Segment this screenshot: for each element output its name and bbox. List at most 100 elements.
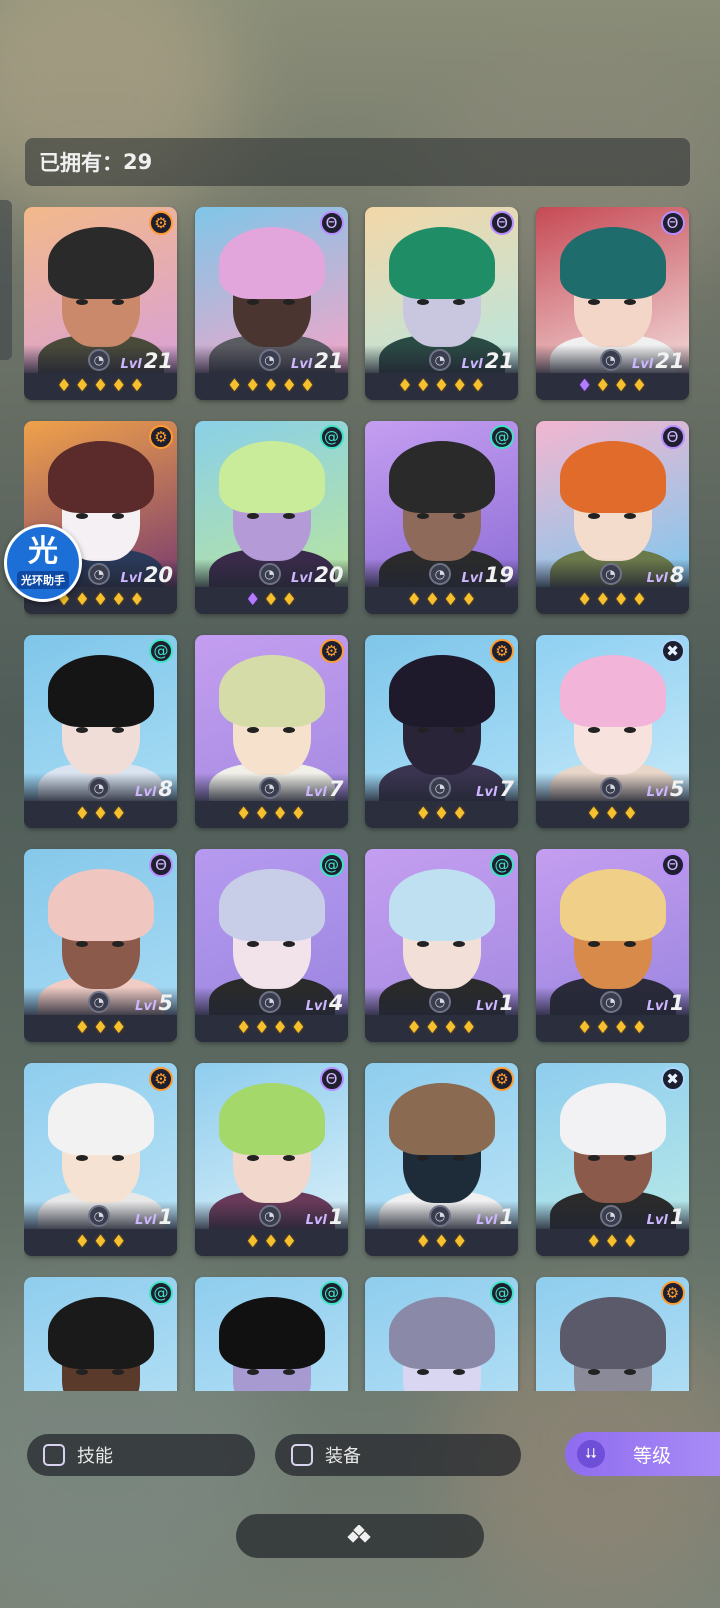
purple-gem-icon: ♦: [245, 590, 261, 610]
hero-card[interactable]: ⚙ ◔ Lvl1 ♦ ♦ ♦: [24, 1063, 177, 1256]
gold-gem-icon: ♦: [595, 1018, 611, 1038]
collapse-panel-button[interactable]: [236, 1514, 484, 1558]
gold-gem-icon: ♦: [236, 1018, 252, 1038]
hero-card[interactable]: ✖ ◔ Lvl1 ♦ ♦ ♦: [535, 1063, 689, 1256]
hero-card[interactable]: Θ ◔ Lvl21 ♦ ♦ ♦ ♦ ♦: [365, 207, 518, 400]
gold-gem-icon: ♦: [452, 376, 468, 396]
gold-gem-icon: ♦: [111, 376, 127, 396]
hero-card[interactable]: ⚙ ◔ Lvl7 ♦ ♦ ♦: [365, 635, 518, 828]
sun-gear-icon: ⚙: [149, 1067, 173, 1091]
hero-card[interactable]: ⚙ ◔ Lvl21 ♦ ♦ ♦ ♦ ♦: [24, 207, 177, 400]
assistant-floating-badge[interactable]: 光 光环助手: [4, 524, 82, 602]
level-number: 4: [328, 991, 344, 1015]
purple-gem-icon: ♦: [577, 376, 593, 396]
hero-hair: [389, 1083, 495, 1155]
star-rating: ♦ ♦ ♦: [24, 1015, 177, 1042]
hero-card[interactable]: @ ◔ Lvl20 ♦ ♦ ♦: [194, 421, 348, 614]
hero-level: Lvl1: [632, 1205, 685, 1229]
hero-level: Lvl21: [461, 349, 514, 373]
hero-card[interactable]: Θ ◔ Lvl21 ♦ ♦ ♦ ♦: [535, 207, 689, 400]
hero-hair: [389, 227, 495, 299]
level-number: 1: [328, 1205, 344, 1229]
gold-gem-icon: ♦: [406, 1018, 422, 1038]
owned-label: 已拥有：: [39, 151, 123, 175]
arcane-icon: Θ: [319, 211, 344, 235]
star-rating: ♦ ♦ ♦ ♦ ♦: [365, 373, 518, 400]
level-number: 1: [158, 1205, 173, 1229]
skill-progress-icon: ◔: [429, 563, 451, 585]
level-prefix: Lvl: [476, 999, 498, 1014]
side-drawer-handle[interactable]: [0, 200, 12, 360]
hero-hair: [48, 1297, 154, 1369]
star-rating: ♦ ♦ ♦ ♦: [365, 587, 518, 614]
hero-hair: [389, 441, 495, 513]
swirl-icon: @: [490, 425, 514, 449]
sun-gear-icon: ⚙: [660, 1281, 685, 1305]
hero-card[interactable]: @: [24, 1277, 177, 1391]
hero-card[interactable]: @ ◔ Lvl19 ♦ ♦ ♦ ♦: [365, 421, 518, 614]
hero-eye: [112, 941, 124, 947]
level-prefix: Lvl: [305, 1213, 327, 1228]
gold-gem-icon: ♦: [461, 1018, 477, 1038]
level-number: 1: [669, 991, 685, 1015]
skill-progress-icon: ◔: [429, 1205, 451, 1227]
hero-eye: [587, 1155, 600, 1161]
equipment-filter[interactable]: 装备: [275, 1434, 521, 1476]
gold-gem-icon: ♦: [631, 590, 647, 610]
hero-card[interactable]: Θ ◔ Lvl8 ♦ ♦ ♦ ♦: [535, 421, 689, 614]
hero-card[interactable]: ⚙ ◔ Lvl7 ♦ ♦ ♦ ♦: [194, 635, 348, 828]
gold-gem-icon: ♦: [129, 590, 145, 610]
skill-progress-icon: ◔: [88, 563, 110, 585]
hero-hair: [559, 441, 666, 513]
hero-hair: [218, 1297, 325, 1369]
gold-gem-icon: ♦: [281, 590, 297, 610]
hero-eye: [112, 513, 124, 519]
sun-gear-icon: ⚙: [490, 1067, 514, 1091]
hero-card[interactable]: @ ◔ Lvl8 ♦ ♦ ♦: [24, 635, 177, 828]
skills-filter[interactable]: 技能: [27, 1434, 255, 1476]
hero-card[interactable]: ✖ ◔ Lvl5 ♦ ♦ ♦: [535, 635, 689, 828]
hero-eye: [246, 941, 259, 947]
hero-card[interactable]: Θ ◔ Lvl1 ♦ ♦ ♦: [194, 1063, 348, 1256]
level-number: 8: [669, 563, 685, 587]
skill-progress-icon: ◔: [88, 1205, 110, 1227]
hero-card[interactable]: ⚙: [535, 1277, 689, 1391]
sun-gear-icon: ⚙: [319, 639, 344, 663]
level-prefix: Lvl: [135, 785, 157, 800]
hero-hair: [559, 227, 666, 299]
hero-level: Lvl8: [120, 777, 173, 801]
hero-hair: [218, 441, 325, 513]
gold-gem-icon: ♦: [397, 376, 413, 396]
hero-card[interactable]: Θ ◔ Lvl21 ♦ ♦ ♦ ♦ ♦: [194, 207, 348, 400]
arcane-icon: Θ: [660, 853, 685, 877]
gold-gem-icon: ♦: [461, 590, 477, 610]
hero-eye: [417, 727, 429, 733]
equipment-checkbox[interactable]: [291, 1444, 313, 1466]
level-prefix: Lvl: [461, 357, 483, 372]
skill-progress-icon: ◔: [599, 1205, 622, 1227]
hero-eye: [417, 513, 429, 519]
hero-level: Lvl5: [120, 991, 173, 1015]
skill-progress-icon: ◔: [258, 563, 281, 585]
hero-level: Lvl5: [632, 777, 685, 801]
hero-card[interactable]: @ ◔ Lvl4 ♦ ♦ ♦ ♦: [194, 849, 348, 1042]
level-prefix: Lvl: [476, 785, 498, 800]
sort-by-level-button[interactable]: ⮇ 等级: [565, 1432, 720, 1476]
skills-checkbox[interactable]: [43, 1444, 65, 1466]
hero-card[interactable]: Θ ◔ Lvl1 ♦ ♦ ♦ ♦: [535, 849, 689, 1042]
hero-level: Lvl1: [291, 1205, 344, 1229]
gold-gem-icon: ♦: [424, 1018, 440, 1038]
hero-card[interactable]: Θ ◔ Lvl5 ♦ ♦ ♦: [24, 849, 177, 1042]
level-number: 8: [158, 777, 173, 801]
gold-gem-icon: ♦: [586, 1232, 602, 1252]
gold-gem-icon: ♦: [254, 804, 270, 824]
hero-card[interactable]: @: [194, 1277, 348, 1391]
hero-grid-viewport[interactable]: ⚙ ◔ Lvl21 ♦ ♦ ♦ ♦ ♦ Θ ◔ Lvl21 ♦ ♦ ♦ ♦ ♦ Θ ◔ Lvl21 ♦ ♦ ♦ ♦ ♦ Θ ◔ Lv…: [24, 207, 694, 1391]
arcane-icon: Θ: [319, 1067, 344, 1091]
hero-card[interactable]: @: [365, 1277, 518, 1391]
swirl-icon: @: [319, 425, 344, 449]
level-number: 5: [669, 777, 685, 801]
hero-card[interactable]: ⚙ ◔ Lvl1 ♦ ♦ ♦: [365, 1063, 518, 1256]
hero-card[interactable]: @ ◔ Lvl1 ♦ ♦ ♦ ♦: [365, 849, 518, 1042]
level-prefix: Lvl: [305, 785, 327, 800]
